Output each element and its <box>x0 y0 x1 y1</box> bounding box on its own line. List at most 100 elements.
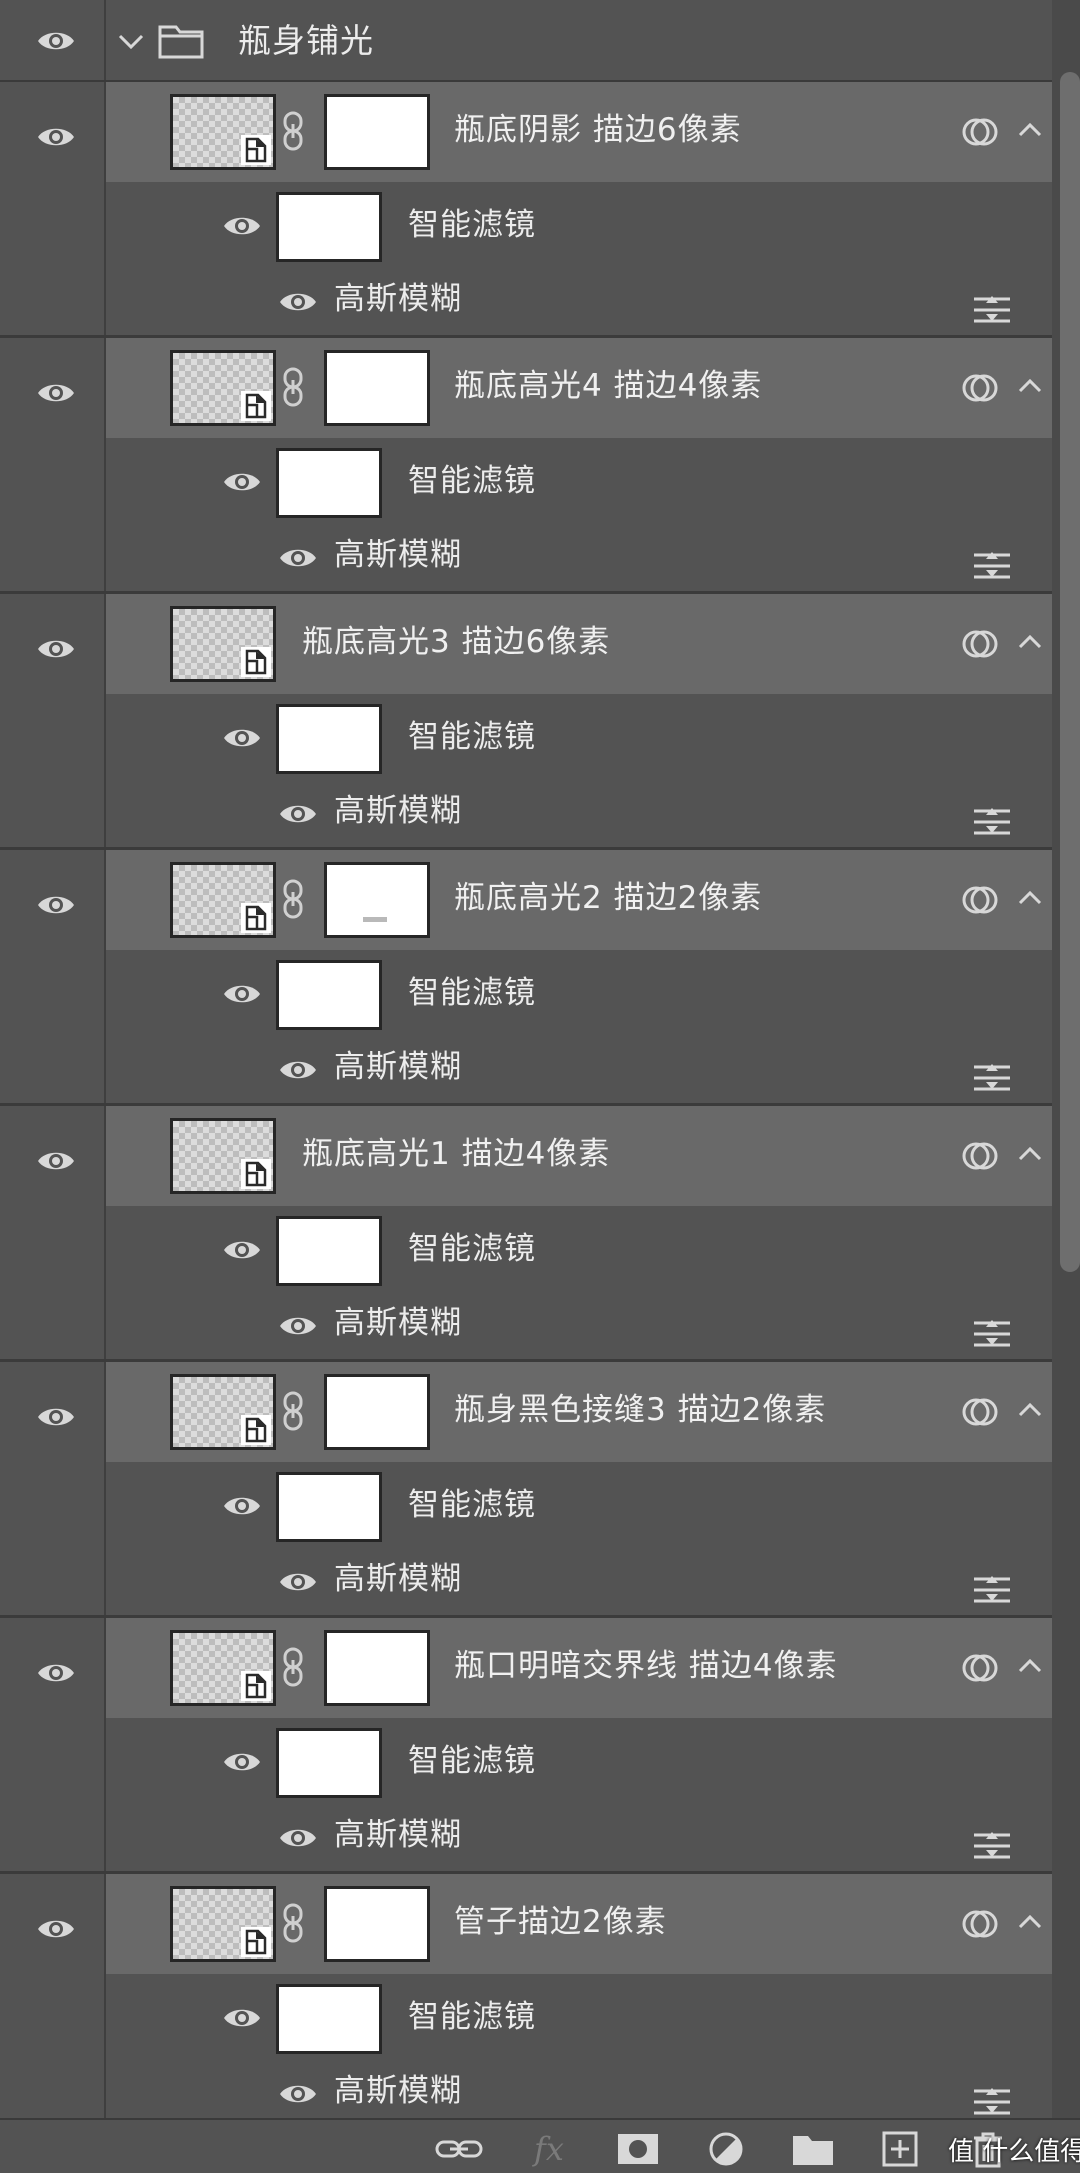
filter-visibility-eye-icon[interactable] <box>222 1492 262 1520</box>
blending-options-icon[interactable] <box>972 2086 1012 2118</box>
chevron-up-icon[interactable] <box>1016 1140 1044 1168</box>
layer-thumbnail[interactable] <box>170 1886 276 1962</box>
visibility-eye-icon[interactable] <box>36 891 76 919</box>
smart-filter-indicator-icon[interactable] <box>960 1904 1000 1944</box>
layer-mask-thumbnail[interactable] <box>324 1374 430 1450</box>
link-icon[interactable] <box>282 1646 304 1688</box>
smart-filter-row[interactable]: 智能滤镜 <box>106 694 1052 784</box>
layer-row[interactable]: 管子描边2像素 <box>106 1874 1052 1974</box>
layer-row[interactable]: 瓶底阴影 描边6像素 <box>106 82 1052 182</box>
layer-thumbnail[interactable] <box>170 350 276 426</box>
smart-filter-indicator-icon[interactable] <box>960 112 1000 152</box>
scrollbar-thumb[interactable] <box>1060 72 1080 1272</box>
layer-thumbnail[interactable] <box>170 1118 276 1194</box>
blending-options-icon[interactable] <box>972 1574 1012 1606</box>
chevron-up-icon[interactable] <box>1016 884 1044 912</box>
group-name[interactable]: 瓶身铺光 <box>238 20 374 62</box>
effect-visibility-eye-icon[interactable] <box>278 2080 318 2108</box>
add-mask-icon[interactable] <box>616 2130 660 2168</box>
gaussian-blur-row[interactable]: 高斯模糊 <box>106 2064 1052 2126</box>
filter-visibility-eye-icon[interactable] <box>222 980 262 1008</box>
layer-mask-thumbnail[interactable] <box>324 1886 430 1962</box>
visibility-eye-icon[interactable] <box>36 1147 76 1175</box>
gaussian-blur-row[interactable]: 高斯模糊 <box>106 1040 1052 1102</box>
effect-visibility-eye-icon[interactable] <box>278 1824 318 1852</box>
visibility-eye-icon[interactable] <box>36 635 76 663</box>
layer-thumbnail[interactable] <box>170 1630 276 1706</box>
filter-mask-thumbnail[interactable] <box>276 1216 382 1286</box>
layer-thumbnail[interactable] <box>170 606 276 682</box>
filter-mask-thumbnail[interactable] <box>276 1472 382 1542</box>
visibility-eye-icon[interactable] <box>36 1403 76 1431</box>
link-icon[interactable] <box>282 878 304 920</box>
layer-row[interactable]: 瓶底高光3 描边6像素 <box>106 594 1052 694</box>
layer-row[interactable]: 瓶底高光1 描边4像素 <box>106 1106 1052 1206</box>
smart-filter-row[interactable]: 智能滤镜 <box>106 1206 1052 1296</box>
smart-filter-indicator-icon[interactable] <box>960 1136 1000 1176</box>
link-icon[interactable] <box>282 1390 304 1432</box>
chevron-up-icon[interactable] <box>1016 1652 1044 1680</box>
smart-filter-row[interactable]: 智能滤镜 <box>106 1462 1052 1552</box>
filter-visibility-eye-icon[interactable] <box>222 1748 262 1776</box>
visibility-eye-icon[interactable] <box>36 1659 76 1687</box>
filter-mask-thumbnail[interactable] <box>276 960 382 1030</box>
filter-mask-thumbnail[interactable] <box>276 1984 382 2054</box>
layer-mask-thumbnail[interactable] <box>324 862 430 938</box>
blending-options-icon[interactable] <box>972 294 1012 326</box>
smart-filter-indicator-icon[interactable] <box>960 624 1000 664</box>
filter-visibility-eye-icon[interactable] <box>222 1236 262 1264</box>
layer-name[interactable]: 管子描边2像素 <box>454 1901 667 1943</box>
layer-row[interactable]: 瓶口明暗交界线 描边4像素 <box>106 1618 1052 1718</box>
gaussian-blur-row[interactable]: 高斯模糊 <box>106 1808 1052 1870</box>
link-layers-icon[interactable] <box>434 2130 484 2168</box>
effect-visibility-eye-icon[interactable] <box>278 1056 318 1084</box>
chevron-up-icon[interactable] <box>1016 1908 1044 1936</box>
layer-mask-thumbnail[interactable] <box>324 94 430 170</box>
layer-name[interactable]: 瓶底阴影 描边6像素 <box>454 109 742 151</box>
effect-visibility-eye-icon[interactable] <box>278 288 318 316</box>
new-layer-icon[interactable] <box>880 2130 920 2168</box>
layer-row[interactable]: 瓶底高光4 描边4像素 <box>106 338 1052 438</box>
filter-visibility-eye-icon[interactable] <box>222 2004 262 2032</box>
layer-thumbnail[interactable] <box>170 94 276 170</box>
chevron-down-icon[interactable] <box>116 26 146 56</box>
layer-mask-thumbnail[interactable] <box>324 1630 430 1706</box>
adjustment-layer-icon[interactable] <box>706 2130 746 2168</box>
blending-options-icon[interactable] <box>972 806 1012 838</box>
layer-row[interactable]: 瓶身黑色接缝3 描边2像素 <box>106 1362 1052 1462</box>
layer-name[interactable]: 瓶底高光4 描边4像素 <box>454 365 762 407</box>
visibility-eye-icon[interactable] <box>36 379 76 407</box>
filter-mask-thumbnail[interactable] <box>276 1728 382 1798</box>
smart-filter-row[interactable]: 智能滤镜 <box>106 1718 1052 1808</box>
layer-name[interactable]: 瓶身黑色接缝3 描边2像素 <box>454 1389 826 1431</box>
fx-icon[interactable]: fx <box>526 2130 572 2168</box>
blending-options-icon[interactable] <box>972 1318 1012 1350</box>
new-group-icon[interactable] <box>790 2130 836 2168</box>
layer-row[interactable]: 瓶底高光2 描边2像素 <box>106 850 1052 950</box>
filter-mask-thumbnail[interactable] <box>276 704 382 774</box>
smart-filter-indicator-icon[interactable] <box>960 368 1000 408</box>
link-icon[interactable] <box>282 366 304 408</box>
chevron-up-icon[interactable] <box>1016 116 1044 144</box>
filter-mask-thumbnail[interactable] <box>276 448 382 518</box>
effect-visibility-eye-icon[interactable] <box>278 800 318 828</box>
smart-filter-row[interactable]: 智能滤镜 <box>106 182 1052 272</box>
visibility-eye-icon[interactable] <box>36 1915 76 1943</box>
chevron-up-icon[interactable] <box>1016 372 1044 400</box>
gaussian-blur-row[interactable]: 高斯模糊 <box>106 784 1052 846</box>
chevron-up-icon[interactable] <box>1016 628 1044 656</box>
gaussian-blur-row[interactable]: 高斯模糊 <box>106 1296 1052 1358</box>
smart-filter-indicator-icon[interactable] <box>960 880 1000 920</box>
layer-name[interactable]: 瓶底高光1 描边4像素 <box>302 1133 610 1175</box>
blending-options-icon[interactable] <box>972 1830 1012 1862</box>
visibility-eye-icon[interactable] <box>36 123 76 151</box>
smart-filter-row[interactable]: 智能滤镜 <box>106 950 1052 1040</box>
layer-thumbnail[interactable] <box>170 862 276 938</box>
gaussian-blur-row[interactable]: 高斯模糊 <box>106 272 1052 334</box>
gaussian-blur-row[interactable]: 高斯模糊 <box>106 528 1052 590</box>
effect-visibility-eye-icon[interactable] <box>278 544 318 572</box>
gaussian-blur-row[interactable]: 高斯模糊 <box>106 1552 1052 1614</box>
blending-options-icon[interactable] <box>972 1062 1012 1094</box>
layer-name[interactable]: 瓶口明暗交界线 描边4像素 <box>454 1645 838 1687</box>
smart-filter-row[interactable]: 智能滤镜 <box>106 438 1052 528</box>
